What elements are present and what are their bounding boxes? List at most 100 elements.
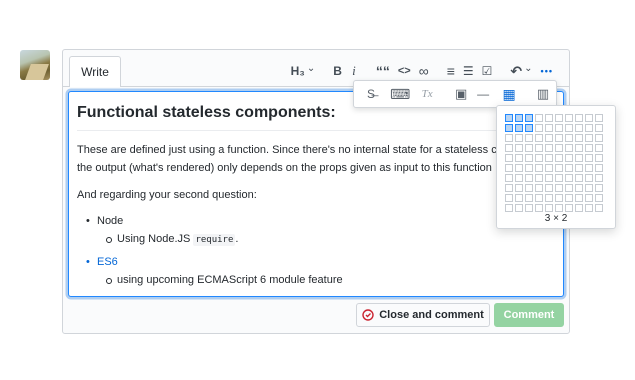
table-size-cell[interactable] (595, 184, 603, 192)
table-size-cell[interactable] (535, 174, 543, 182)
tab-write[interactable]: Write (69, 56, 121, 87)
table-size-cell[interactable] (555, 154, 563, 162)
table-size-cell[interactable] (575, 174, 583, 182)
table-size-cell[interactable] (515, 114, 523, 122)
table-size-cell[interactable] (555, 144, 563, 152)
table-size-cell[interactable] (505, 184, 513, 192)
saved-replies-button[interactable]: ↶ ⌄ (506, 62, 536, 80)
table-size-cell[interactable] (585, 164, 593, 172)
clear-format-button[interactable]: Tx (418, 84, 436, 104)
table-size-cell[interactable] (535, 164, 543, 172)
table-size-cell[interactable] (505, 154, 513, 162)
table-size-cell[interactable] (545, 134, 553, 142)
list-item-link[interactable]: ES6 (77, 253, 555, 271)
table-size-cell[interactable] (555, 134, 563, 142)
table-size-cell[interactable] (525, 174, 533, 182)
table-size-cell[interactable] (585, 144, 593, 152)
more-button[interactable]: ••• (537, 62, 557, 80)
table-size-cell[interactable] (575, 184, 583, 192)
link-button[interactable]: ∞ (415, 62, 433, 80)
table-size-cell[interactable] (565, 184, 573, 192)
table-size-cell[interactable] (515, 194, 523, 202)
table-size-cell[interactable] (585, 194, 593, 202)
table-size-cell[interactable] (535, 144, 543, 152)
table-size-cell[interactable] (545, 154, 553, 162)
table-size-cell[interactable] (575, 134, 583, 142)
table-size-cell[interactable] (545, 184, 553, 192)
avatar[interactable] (20, 50, 50, 80)
table-size-cell[interactable] (525, 154, 533, 162)
table-size-cell[interactable] (575, 124, 583, 132)
table-size-cell[interactable] (565, 114, 573, 122)
heading-button[interactable]: H₃ ⌄ (287, 62, 320, 80)
comment-button[interactable]: Comment (494, 303, 564, 327)
table-size-cell[interactable] (595, 134, 603, 142)
image-button[interactable]: ▣ (452, 84, 470, 104)
table-size-cell[interactable] (515, 174, 523, 182)
table-size-cell[interactable] (525, 194, 533, 202)
table-size-cell[interactable] (515, 184, 523, 192)
table-size-cell[interactable] (595, 124, 603, 132)
table-size-cell[interactable] (515, 144, 523, 152)
table-size-cell[interactable] (515, 134, 523, 142)
table-size-cell[interactable] (585, 124, 593, 132)
table-size-cell[interactable] (535, 154, 543, 162)
table-size-cell[interactable] (545, 144, 553, 152)
numbered-list-button[interactable]: ☰ (459, 62, 478, 80)
table-size-cell[interactable] (555, 174, 563, 182)
table-size-cell[interactable] (535, 184, 543, 192)
comment-textarea[interactable]: Functional stateless components: These a… (68, 91, 564, 297)
table-size-cell[interactable] (535, 124, 543, 132)
table-size-cell[interactable] (565, 144, 573, 152)
table-size-cell[interactable] (515, 204, 523, 212)
table-size-cell[interactable] (505, 164, 513, 172)
table-size-cell[interactable] (505, 144, 513, 152)
horizontal-rule-button[interactable]: — (474, 84, 492, 104)
table-size-cell[interactable] (515, 164, 523, 172)
table-size-cell[interactable] (525, 144, 533, 152)
columns-button[interactable]: ▥ (534, 84, 552, 104)
table-size-cell[interactable] (555, 124, 563, 132)
table-size-cell[interactable] (505, 204, 513, 212)
table-size-cell[interactable] (545, 194, 553, 202)
bold-button[interactable]: B (329, 62, 346, 80)
table-size-cell[interactable] (555, 114, 563, 122)
strikethrough-button[interactable]: S̶ (362, 84, 380, 104)
table-size-cell[interactable] (595, 114, 603, 122)
table-size-cell[interactable] (545, 164, 553, 172)
table-size-cell[interactable] (535, 114, 543, 122)
table-size-cell[interactable] (515, 154, 523, 162)
quote-button[interactable]: ““ (372, 62, 394, 80)
table-size-cell[interactable] (555, 184, 563, 192)
table-button[interactable]: ▦ (500, 84, 518, 104)
table-size-cell[interactable] (595, 174, 603, 182)
table-size-cell[interactable] (575, 194, 583, 202)
table-size-cell[interactable] (525, 134, 533, 142)
table-size-cell[interactable] (545, 124, 553, 132)
table-size-cell[interactable] (585, 174, 593, 182)
table-size-cell[interactable] (525, 164, 533, 172)
table-size-cell[interactable] (525, 204, 533, 212)
table-size-cell[interactable] (575, 114, 583, 122)
table-size-cell[interactable] (585, 204, 593, 212)
table-size-cell[interactable] (565, 204, 573, 212)
table-size-cell[interactable] (545, 204, 553, 212)
table-size-cell[interactable] (525, 124, 533, 132)
table-size-cell[interactable] (565, 164, 573, 172)
table-size-cell[interactable] (505, 174, 513, 182)
table-size-cell[interactable] (595, 144, 603, 152)
table-size-cell[interactable] (545, 174, 553, 182)
table-size-cell[interactable] (565, 174, 573, 182)
table-size-cell[interactable] (535, 204, 543, 212)
table-size-cell[interactable] (555, 194, 563, 202)
table-size-cell[interactable] (545, 114, 553, 122)
table-size-cell[interactable] (505, 124, 513, 132)
table-size-cell[interactable] (505, 114, 513, 122)
table-size-cell[interactable] (585, 184, 593, 192)
table-size-cell[interactable] (535, 194, 543, 202)
table-size-cell[interactable] (525, 184, 533, 192)
code-button[interactable]: <> (394, 62, 415, 80)
table-size-cell[interactable] (565, 124, 573, 132)
bulleted-list-button[interactable]: ≡ (443, 62, 459, 80)
keyboard-button[interactable]: ⌨ (390, 84, 410, 104)
